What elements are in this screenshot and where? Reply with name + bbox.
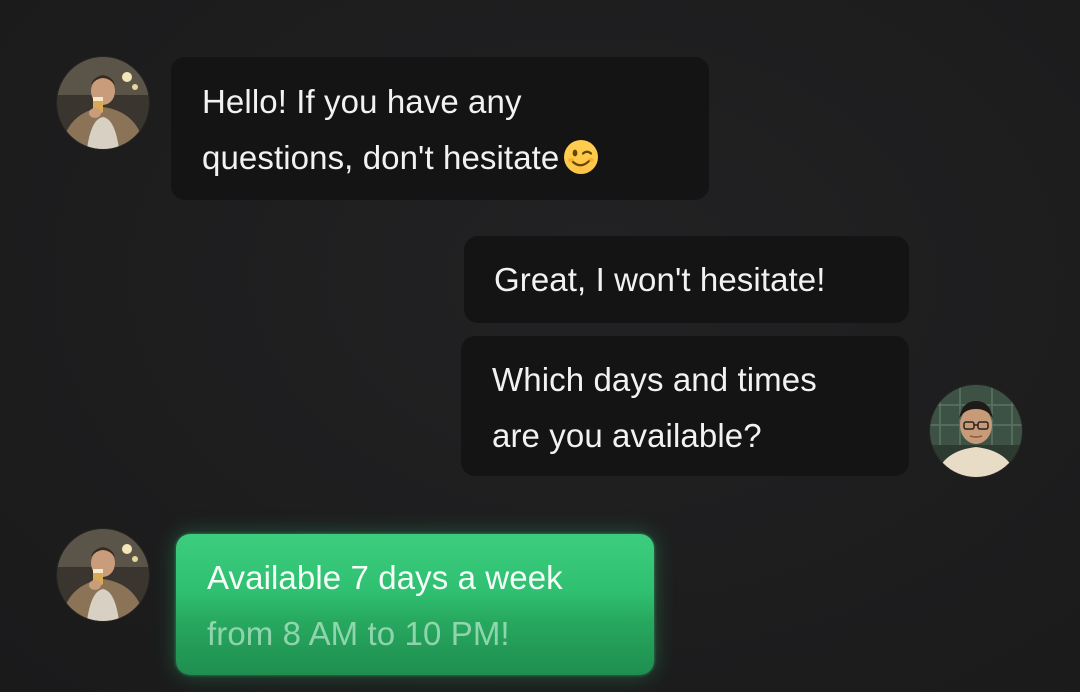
user-avatar-photo-icon <box>930 385 1022 477</box>
message-line: Hello! If you have any <box>202 83 522 120</box>
winking-face-emoji-icon <box>564 140 599 174</box>
message-line: from 8 AM to 10 PM! <box>207 615 510 652</box>
chat-thread: Hello! If you have any questions, don't … <box>0 0 1080 692</box>
message-bubble-user: Which days and times are you available? <box>461 336 909 476</box>
user-avatar[interactable] <box>930 385 1022 477</box>
message-bubble-agent: Hello! If you have any questions, don't … <box>171 57 709 200</box>
agent-avatar-photo-icon <box>57 57 149 149</box>
message-bubble-user: Great, I won't hesitate! <box>464 236 909 323</box>
message-line: Which days and times <box>492 361 817 398</box>
agent-avatar-photo-icon <box>57 529 149 621</box>
agent-avatar[interactable] <box>57 57 149 149</box>
agent-avatar[interactable] <box>57 529 149 621</box>
message-line: are you available? <box>492 417 762 454</box>
message-line: Great, I won't hesitate! <box>494 261 826 298</box>
message-line: questions, don't hesitate <box>202 130 709 186</box>
message-bubble-agent-highlight: Available 7 days a week from 8 AM to 10 … <box>176 534 654 675</box>
message-line: Available 7 days a week <box>207 559 563 596</box>
